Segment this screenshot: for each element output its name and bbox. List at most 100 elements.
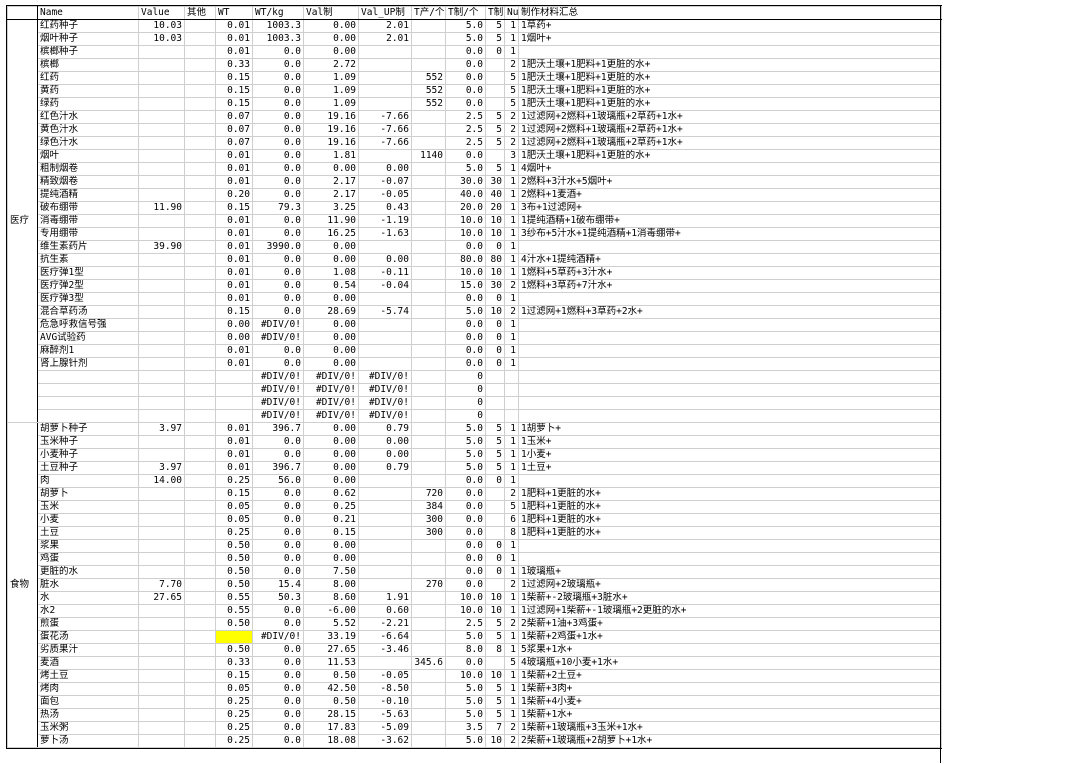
table-cell[interactable] — [411, 110, 446, 124]
table-cell[interactable]: 黄药 — [37, 84, 139, 98]
table-cell[interactable]: 脏水 — [37, 578, 139, 592]
table-cell[interactable]: -3.62 — [358, 734, 412, 748]
table-cell[interactable]: 0.0 — [252, 292, 304, 306]
table-cell[interactable] — [37, 409, 139, 423]
table-cell[interactable]: 0.0 — [445, 331, 486, 345]
table-cell[interactable]: #DIV/0! — [252, 409, 304, 423]
table-cell[interactable]: 1肥沃土壤+1肥料+1更脏的水+ — [518, 84, 942, 98]
table-cell[interactable] — [184, 201, 216, 215]
table-cell[interactable] — [184, 552, 216, 566]
table-cell[interactable]: 0.25 — [215, 708, 253, 722]
table-cell[interactable] — [215, 383, 253, 397]
table-cell[interactable]: 玉米 — [37, 500, 139, 514]
table-cell[interactable] — [184, 344, 216, 358]
table-cell[interactable]: 0.0 — [252, 253, 304, 267]
table-cell[interactable]: 1肥沃土壤+1肥料+1更脏的水+ — [518, 58, 942, 72]
table-cell[interactable]: 5.0 — [445, 435, 486, 449]
table-cell[interactable]: 1 — [504, 461, 519, 475]
table-cell[interactable] — [358, 45, 412, 59]
table-cell[interactable]: 5.0 — [445, 422, 486, 436]
table-cell[interactable]: 28.15 — [303, 708, 359, 722]
table-cell[interactable]: 5 — [485, 136, 505, 150]
table-cell[interactable] — [504, 370, 519, 384]
column-header-9[interactable]: T制/个 — [445, 6, 486, 20]
table-cell[interactable]: 0.50 — [215, 552, 253, 566]
table-cell[interactable]: 0.0 — [252, 162, 304, 176]
table-cell[interactable]: 0.50 — [215, 565, 253, 579]
table-cell[interactable]: 0.01 — [215, 45, 253, 59]
table-cell[interactable]: 0.0 — [252, 500, 304, 514]
table-cell[interactable] — [138, 695, 185, 709]
table-cell[interactable]: 1过滤网+1燃料+3草药+2水+ — [518, 305, 942, 319]
table-cell[interactable] — [411, 58, 446, 72]
table-cell[interactable] — [411, 162, 446, 176]
table-cell[interactable]: 2燃料+1麦酒+ — [518, 188, 942, 202]
table-cell[interactable] — [518, 292, 942, 306]
table-cell[interactable] — [518, 45, 942, 59]
table-cell[interactable]: 5 — [485, 448, 505, 462]
table-cell[interactable]: 0.54 — [303, 279, 359, 293]
table-cell[interactable]: 1 — [504, 643, 519, 657]
table-cell[interactable]: 10.0 — [445, 266, 486, 280]
table-cell[interactable]: 5 — [504, 84, 519, 98]
table-cell[interactable] — [184, 500, 216, 514]
table-cell[interactable] — [411, 669, 446, 683]
table-cell[interactable]: 3.25 — [303, 201, 359, 215]
table-cell[interactable]: 18.08 — [303, 734, 359, 748]
table-cell[interactable] — [358, 552, 412, 566]
table-cell[interactable]: 7.70 — [138, 578, 185, 592]
table-cell[interactable]: 0.0 — [252, 136, 304, 150]
table-cell[interactable]: 0.15 — [215, 84, 253, 98]
table-cell[interactable]: 1 — [504, 448, 519, 462]
table-cell[interactable]: 1 — [504, 175, 519, 189]
table-cell[interactable]: 烟叶 — [37, 149, 139, 163]
table-cell[interactable]: 0.00 — [358, 253, 412, 267]
table-cell[interactable] — [138, 175, 185, 189]
table-cell[interactable]: 40 — [485, 188, 505, 202]
table-cell[interactable]: -6.64 — [358, 630, 412, 644]
table-cell[interactable]: 10 — [485, 591, 505, 605]
table-cell[interactable]: 0.0 — [252, 682, 304, 696]
table-cell[interactable]: 医疗弹2型 — [37, 279, 139, 293]
table-cell[interactable] — [485, 383, 505, 397]
table-cell[interactable]: 2 — [504, 487, 519, 501]
table-cell[interactable]: 肉 — [37, 474, 139, 488]
table-cell[interactable]: 0.00 — [303, 331, 359, 345]
table-cell[interactable]: 槟榔 — [37, 58, 139, 72]
table-cell[interactable] — [138, 734, 185, 748]
table-cell[interactable]: 1 — [504, 266, 519, 280]
table-cell[interactable] — [358, 357, 412, 371]
table-cell[interactable] — [518, 240, 942, 254]
table-cell[interactable]: 绿色汁水 — [37, 136, 139, 150]
table-cell[interactable]: 麻醉剂1 — [37, 344, 139, 358]
table-cell[interactable] — [138, 214, 185, 228]
table-cell[interactable]: 0.01 — [215, 279, 253, 293]
table-cell[interactable] — [411, 227, 446, 241]
table-cell[interactable] — [138, 344, 185, 358]
table-cell[interactable] — [184, 266, 216, 280]
table-cell[interactable] — [358, 292, 412, 306]
table-cell[interactable] — [411, 175, 446, 189]
table-cell[interactable]: -0.07 — [358, 175, 412, 189]
table-cell[interactable]: 精致烟卷 — [37, 175, 139, 189]
table-cell[interactable] — [184, 721, 216, 735]
table-cell[interactable] — [485, 370, 505, 384]
table-cell[interactable]: 5.0 — [445, 162, 486, 176]
table-cell[interactable] — [411, 591, 446, 605]
table-cell[interactable] — [138, 370, 185, 384]
table-cell[interactable]: 4烟叶+ — [518, 162, 942, 176]
table-cell[interactable]: 5 — [485, 123, 505, 137]
table-cell[interactable]: 0.15 — [215, 201, 253, 215]
table-cell[interactable]: #DIV/0! — [358, 383, 412, 397]
table-cell[interactable]: 1肥沃土壤+1肥料+1更脏的水+ — [518, 71, 942, 85]
table-cell[interactable]: 0.0 — [252, 84, 304, 98]
table-cell[interactable]: 1柴薪+2鸡蛋+1水+ — [518, 630, 942, 644]
table-cell[interactable]: 0.0 — [252, 539, 304, 553]
table-cell[interactable]: 0.0 — [252, 227, 304, 241]
table-cell[interactable]: 5 — [504, 656, 519, 670]
table-cell[interactable] — [411, 643, 446, 657]
table-cell[interactable] — [184, 383, 216, 397]
table-cell[interactable]: 10 — [485, 227, 505, 241]
table-cell[interactable]: 5 — [504, 71, 519, 85]
table-cell[interactable] — [138, 331, 185, 345]
